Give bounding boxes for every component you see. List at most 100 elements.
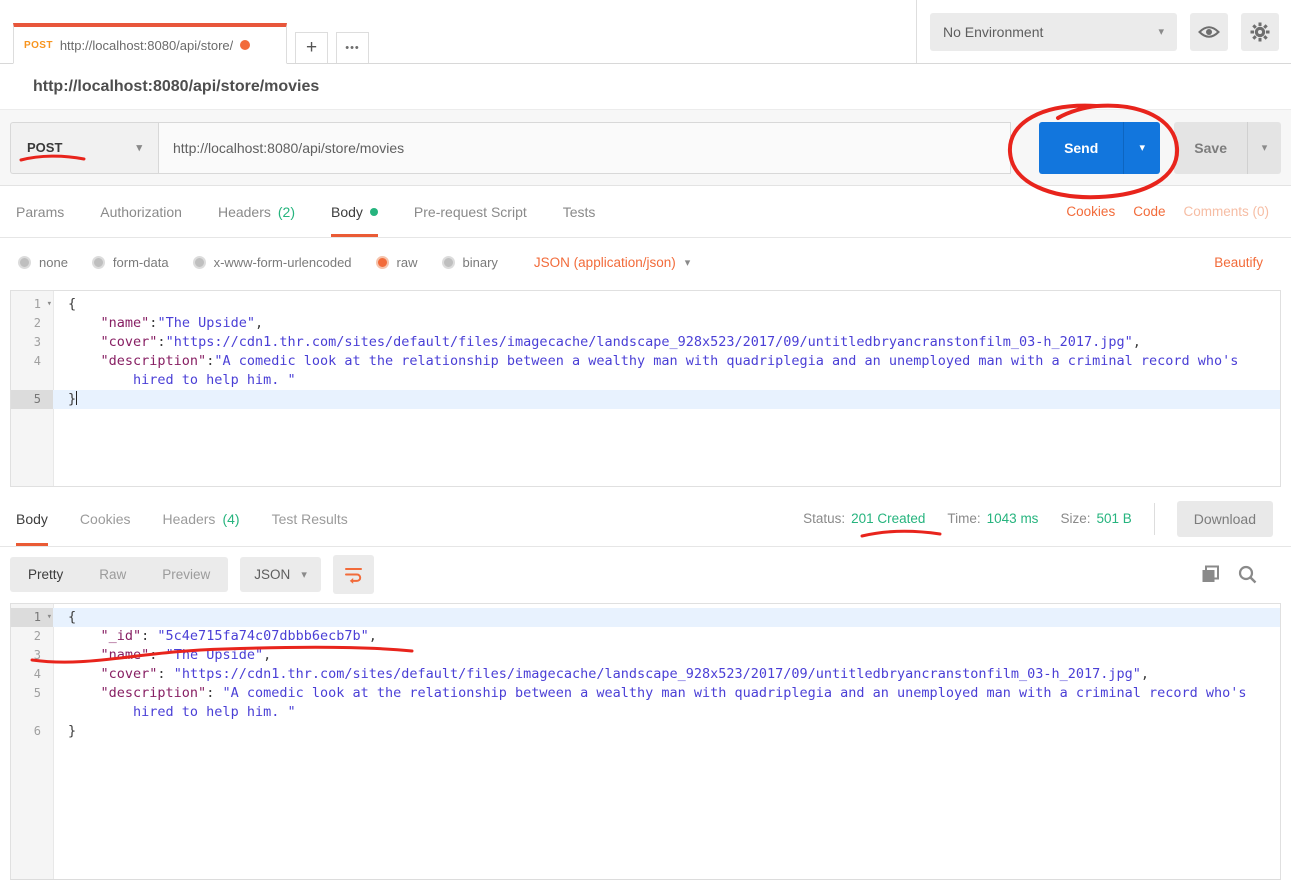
code-line-content: "_id": "5c4e715fa74c07dbbb6ecb7b", xyxy=(53,627,1280,646)
response-body-editor: 1▾{2 "_id": "5c4e715fa74c07dbbb6ecb7b",3… xyxy=(10,603,1281,880)
fold-caret-icon[interactable]: ▾ xyxy=(47,295,52,314)
request-action-link[interactable]: Comments (0) xyxy=(1183,204,1269,219)
response-section-tab-label: Cookies xyxy=(80,511,131,527)
code-line-content: hired to help him. " xyxy=(53,371,1280,390)
wrap-lines-icon xyxy=(344,565,363,584)
code-line-content: "description": "A comedic look at the re… xyxy=(53,684,1280,703)
tab-url-label: http://localhost:8080/api/store/ xyxy=(60,38,233,53)
response-section-tab[interactable]: Headers (4) xyxy=(163,491,240,546)
settings-button[interactable] xyxy=(1241,13,1279,51)
request-section-tab[interactable]: Headers (2) xyxy=(218,186,295,237)
http-method-selector[interactable]: POST ▾ xyxy=(10,122,158,174)
text-cursor xyxy=(76,391,77,405)
line-number: 2 xyxy=(11,627,53,646)
request-body-editor[interactable]: 1▾{2 "name":"The Upside",3 "cover":"http… xyxy=(10,290,1281,487)
code-line: 2 "name":"The Upside", xyxy=(11,314,1280,333)
code-line-content: "cover":"https://cdn1.thr.com/sites/defa… xyxy=(53,333,1280,352)
open-request-tab[interactable]: POST http://localhost:8080/api/store/ xyxy=(13,23,287,64)
response-view-switcher: Pretty Raw Preview xyxy=(10,557,228,592)
body-mode-label: raw xyxy=(397,255,418,270)
code-line-content: { xyxy=(53,295,1280,314)
wrap-lines-button[interactable] xyxy=(333,555,374,594)
body-mode-option[interactable]: raw xyxy=(376,255,418,270)
chevron-down-icon: ▾ xyxy=(1158,25,1164,38)
chevron-down-icon: ▾ xyxy=(685,256,691,269)
environment-area: No Environment ▾ xyxy=(917,0,1291,63)
tab-options-button[interactable]: ••• xyxy=(336,32,369,63)
body-mode-option[interactable]: form-data xyxy=(92,255,169,270)
request-action-link[interactable]: Cookies xyxy=(1066,204,1115,219)
line-number: 5 xyxy=(11,684,53,703)
request-section-tab[interactable]: Pre-request Script xyxy=(414,186,527,237)
new-tab-button[interactable]: + xyxy=(295,32,328,63)
request-title: http://localhost:8080/api/store/movies xyxy=(0,64,1291,109)
search-response-button[interactable] xyxy=(1238,565,1257,584)
response-meta-item: Size: 501 B xyxy=(1060,511,1131,526)
chevron-down-icon: ▾ xyxy=(136,141,142,154)
request-section-tab[interactable]: Params xyxy=(16,186,64,237)
response-view-mode[interactable]: Preview xyxy=(144,557,228,592)
environment-quick-look-button[interactable] xyxy=(1190,13,1228,51)
response-tools xyxy=(1201,565,1281,584)
beautify-link[interactable]: Beautify xyxy=(1214,255,1263,270)
body-has-content-dot xyxy=(370,208,378,216)
body-mode-option[interactable]: none xyxy=(18,255,68,270)
code-line-content: "description":"A comedic look at the rel… xyxy=(53,352,1280,371)
send-button-group: Send ▾ xyxy=(1039,122,1160,174)
code-line-content: { xyxy=(53,608,1280,627)
copy-response-button[interactable] xyxy=(1201,565,1220,584)
code-line-content: "cover": "https://cdn1.thr.com/sites/def… xyxy=(53,665,1280,684)
response-section-tab[interactable]: Cookies xyxy=(80,491,131,546)
save-options-button[interactable]: ▾ xyxy=(1247,122,1281,174)
body-mode-option[interactable]: binary xyxy=(442,255,498,270)
response-section-tab[interactable]: Test Results xyxy=(272,491,348,546)
request-section-tab-label: Body xyxy=(331,204,363,220)
radio-icon xyxy=(18,256,31,269)
code-line-content: "name":"The Upside", xyxy=(53,314,1280,333)
request-url-input[interactable] xyxy=(158,122,1011,174)
search-icon xyxy=(1238,565,1257,584)
send-options-button[interactable]: ▾ xyxy=(1123,122,1160,174)
code-line: 2 "_id": "5c4e715fa74c07dbbb6ecb7b", xyxy=(11,627,1280,646)
request-section-tab[interactable]: Tests xyxy=(563,186,596,237)
code-line: 5 "description": "A comedic look at the … xyxy=(11,684,1280,703)
code-line: hired to help him. " xyxy=(11,703,1280,722)
response-view-mode[interactable]: Raw xyxy=(81,557,144,592)
line-number: 6 xyxy=(11,722,53,741)
download-button[interactable]: Download xyxy=(1177,501,1273,537)
send-button[interactable]: Send xyxy=(1039,122,1123,174)
chevron-down-icon: ▾ xyxy=(1140,141,1146,154)
radio-icon xyxy=(376,256,389,269)
radio-icon xyxy=(442,256,455,269)
body-mode-label: binary xyxy=(463,255,498,270)
eye-icon xyxy=(1198,24,1220,40)
code-line: 4 "cover": "https://cdn1.thr.com/sites/d… xyxy=(11,665,1280,684)
vertical-divider xyxy=(1154,503,1155,535)
response-meta-label: Time: xyxy=(947,511,980,526)
body-mode-label: none xyxy=(39,255,68,270)
url-builder-row: POST ▾ Send ▾ Save ▾ xyxy=(0,109,1291,186)
environment-selected-label: No Environment xyxy=(943,24,1043,40)
request-action-link[interactable]: Code xyxy=(1133,204,1165,219)
fold-caret-icon[interactable]: ▾ xyxy=(47,608,52,627)
save-button[interactable]: Save xyxy=(1174,122,1247,174)
line-number: 3 xyxy=(11,646,53,665)
response-view-mode[interactable]: Pretty xyxy=(10,557,81,592)
gear-icon xyxy=(1249,21,1271,43)
response-meta: Status: 201 Created Time: 1043 ms Size: … xyxy=(803,501,1273,537)
code-line-content: "name": "The Upside", xyxy=(53,646,1280,665)
request-section-tab[interactable]: Authorization xyxy=(100,186,182,237)
response-meta-value: 1043 ms xyxy=(987,511,1039,526)
content-type-selector[interactable]: JSON (application/json) ▾ xyxy=(534,255,690,270)
request-section-tab-label: Params xyxy=(16,204,64,220)
code-line: 4 "description":"A comedic look at the r… xyxy=(11,352,1280,371)
response-meta-value: 201 Created xyxy=(851,511,925,526)
request-section-tab[interactable]: Body xyxy=(331,186,378,237)
body-mode-option[interactable]: x-www-form-urlencoded xyxy=(193,255,352,270)
response-section-tab[interactable]: Body xyxy=(16,491,48,546)
header-bar: POST http://localhost:8080/api/store/ + … xyxy=(0,0,1291,64)
response-format-selector[interactable]: JSON ▾ xyxy=(240,557,321,592)
environment-selector[interactable]: No Environment ▾ xyxy=(930,13,1177,51)
radio-icon xyxy=(92,256,105,269)
code-line-content: hired to help him. " xyxy=(53,703,1280,722)
